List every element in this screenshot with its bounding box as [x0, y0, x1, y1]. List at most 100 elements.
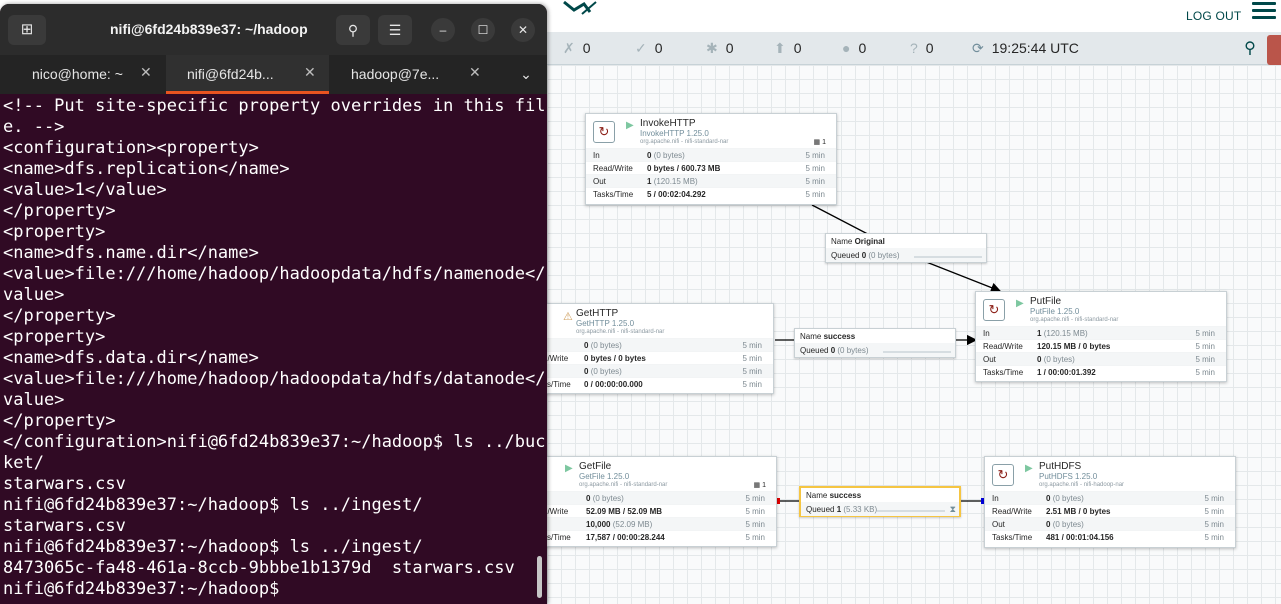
menu-button[interactable]: ☰ [378, 15, 412, 45]
terminal-line: <!-- Put site-specific property override… [3, 96, 546, 116]
processor-type: GetHTTP 1.25.0 [576, 319, 635, 328]
terminal-line: starwars.csv [3, 474, 126, 494]
terminal-line: </property> [3, 201, 116, 221]
connection-success-getfile[interactable]: Name success Queued 1 (5.33 KB) ⧗ [799, 486, 961, 517]
processor-getfile[interactable]: ▶ GetFile GetFile 1.25.0 org.apache.nifi… [520, 456, 777, 547]
nifi-logo-icon [560, 0, 600, 18]
search-button[interactable]: ⚲ [336, 15, 370, 45]
terminal-titlebar[interactable]: ⊞ nifi@6fd24b839e37: ~/hadoop ⚲ ☰ ‒ ☐ ✕ [0, 4, 547, 55]
processor-invokehttp[interactable]: ↻ ▶ InvokeHTTP InvokeHTTP 1.25.0 org.apa… [585, 113, 837, 205]
terminal-line: e. --> [3, 117, 65, 137]
processor-putfile[interactable]: ↻ ▶ PutFile PutFile 1.25.0 org.apache.ni… [975, 291, 1227, 382]
stat-row-in: 0 (0 bytes) 5 min [521, 338, 773, 351]
processor-icon: ↻ [992, 464, 1014, 486]
question-icon: ? [910, 40, 918, 56]
processor-icon: ↻ [593, 121, 615, 143]
terminal-line: <property> [3, 222, 106, 242]
invalid-status: ✱ 0 [706, 40, 734, 56]
terminal-line: <value>file:///home/hadoop/hadoopdata/hd… [3, 264, 546, 284]
stat-row-in: 0 (0 bytes) 5 min [521, 491, 776, 504]
terminal-tabbar: nico@home: ~ ✕ nifi@6fd24b... ✕ hadoop@7… [0, 55, 547, 94]
processor-type: PutFile 1.25.0 [1030, 307, 1080, 316]
terminal-line: <value>file:///home/hadoop/hadoopdata/hd… [3, 369, 546, 389]
refresh-icon[interactable]: ⟳ [972, 40, 984, 56]
minimize-button[interactable]: ‒ [431, 18, 455, 42]
terminal-window[interactable]: ⊞ nifi@6fd24b839e37: ~/hadoop ⚲ ☰ ‒ ☐ ✕ … [0, 4, 547, 604]
terminal-line: value> [3, 285, 65, 305]
running-icon: ▶ [1016, 298, 1024, 309]
tab-nifi[interactable]: nifi@6fd24b... ✕ [166, 55, 329, 94]
stat-row-readwrite: Read/Write 0 bytes / 600.73 MB 5 min [586, 161, 836, 174]
processor-type: GetFile 1.25.0 [579, 472, 630, 481]
processor-type: PutHDFS 1.25.0 [1039, 472, 1098, 481]
stat-row-readwrite: d/Write 52.09 MB / 52.09 MB 5 min [521, 504, 776, 517]
asterisk-icon: ✱ [706, 40, 718, 56]
stat-row-readwrite: Read/Write 2.51 MB / 0 bytes 5 min [985, 504, 1235, 517]
alert-icon: ● [842, 40, 851, 56]
active-thread-count: ▦ 1 [753, 482, 766, 489]
stopped-status: ✗ 0 [563, 40, 591, 56]
menu-icon[interactable]: ☰ [389, 22, 402, 38]
maximize-button[interactable]: ☐ [471, 18, 495, 42]
unknown-status: ? 0 [910, 40, 934, 56]
bulletin-indicator[interactable] [1267, 35, 1281, 65]
check-icon: ✓ [635, 40, 647, 56]
stat-row-out: Out 1 (120.15 MB) 5 min [586, 174, 836, 187]
tab-close-icon[interactable]: ✕ [304, 64, 316, 81]
refresh-status[interactable]: ⟳ 19:25:44 UTC [972, 40, 1079, 57]
chevron-down-icon[interactable]: ⌄ [516, 66, 536, 86]
tab-nico-home[interactable]: nico@home: ~ ✕ [0, 55, 166, 94]
tab-hadoop[interactable]: hadoop@7e... ✕ [329, 55, 495, 94]
processor-bundle: org.apache.nifi - nifi-standard-nar [576, 329, 665, 335]
stat-row-tasks: Tasks/Time 5 / 00:02:04.292 5 min [586, 187, 836, 200]
terminal-line: 8473065c-fa48-461a-8ccb-9bbbe1b1379d sta… [3, 558, 515, 578]
tab-close-icon[interactable]: ✕ [469, 64, 481, 81]
active-thread-count: ▦ 1 [813, 139, 826, 146]
stat-row-tasks: ks/Time 17,587 / 00:00:28.244 5 min [521, 530, 776, 543]
new-tab-button[interactable]: ⊞ [8, 15, 46, 45]
terminal-line: <name>dfs.replication</name> [3, 159, 290, 179]
close-icon[interactable]: ✕ [518, 23, 528, 37]
tab-close-icon[interactable]: ✕ [140, 64, 152, 81]
processor-puthdfs[interactable]: ↻ ▶ PutHDFS PutHDFS 1.25.0 org.apache.ni… [984, 456, 1236, 548]
running-icon: ▶ [565, 463, 573, 474]
processor-name: GetHTTP [576, 308, 619, 319]
stat-row-readwrite: d/Write 0 bytes / 0 bytes 5 min [521, 351, 773, 364]
terminal-line: starwars.csv [3, 516, 126, 536]
stat-row-in: In 0 (0 bytes) 5 min [586, 148, 836, 161]
stat-row-in: In 1 (120.15 MB) 5 min [976, 326, 1226, 339]
menu-icon[interactable] [1252, 2, 1276, 20]
terminal-line: <property> [3, 327, 106, 347]
terminal-line: </property> [3, 411, 116, 431]
stat-row-out: Out 0 (0 bytes) 5 min [976, 352, 1226, 365]
terminal-line: </configuration>nifi@6fd24b839e37:~/hado… [3, 432, 546, 452]
terminal-line: nifi@6fd24b839e37:~/hadoop$ ls ../ingest… [3, 537, 423, 557]
stat-row-readwrite: Read/Write 120.15 MB / 0 bytes 5 min [976, 339, 1226, 352]
terminal-line: nifi@6fd24b839e37:~/hadoop$ [3, 579, 280, 599]
warning-icon: ⚠ [563, 311, 573, 323]
window-title: nifi@6fd24b839e37: ~/hadoop [110, 21, 308, 37]
stat-row-out: 10,000 (52.09 MB) 5 min [521, 517, 776, 530]
stat-row-tasks: Tasks/Time 481 / 00:01:04.156 5 min [985, 530, 1235, 543]
terminal-scrollbar[interactable] [537, 556, 542, 598]
connection-success-gethttp[interactable]: Name success Queued 0 (0 bytes) [794, 328, 956, 358]
flow-status-bar: ✗ 0 ✓ 0 ✱ 0 ⬆ 0 ● 0 ? 0 ⟳ 19:25:44 UTC [547, 32, 1281, 65]
terminal-line: ket/ [3, 453, 44, 473]
stat-row-out: 0 (0 bytes) 5 min [521, 364, 773, 377]
search-icon[interactable]: ⚲ [1237, 36, 1263, 62]
logout-link[interactable]: LOG OUT [1186, 9, 1241, 23]
terminal-line: <name>dfs.data.dir</name> [3, 348, 259, 368]
connection-original[interactable]: Name Original Queued 0 (0 bytes) [825, 233, 987, 263]
processor-gethttp[interactable]: ⚠ GetHTTP GetHTTP 1.25.0 org.apache.nifi… [520, 303, 774, 394]
stopped-icon: ✗ [563, 40, 575, 56]
processor-name: InvokeHTTP [640, 118, 696, 129]
terminal-line: </property> [3, 306, 116, 326]
processor-name: PutHDFS [1039, 461, 1082, 472]
terminal-output[interactable]: <!-- Put site-specific property override… [3, 96, 546, 604]
running-icon: ▶ [626, 120, 634, 131]
close-button[interactable]: ✕ [511, 18, 535, 42]
search-icon[interactable]: ⚲ [348, 22, 358, 38]
running-status: ✓ 0 [635, 40, 663, 56]
processor-name: PutFile [1030, 296, 1062, 307]
hourglass-icon: ⧗ [949, 504, 956, 514]
